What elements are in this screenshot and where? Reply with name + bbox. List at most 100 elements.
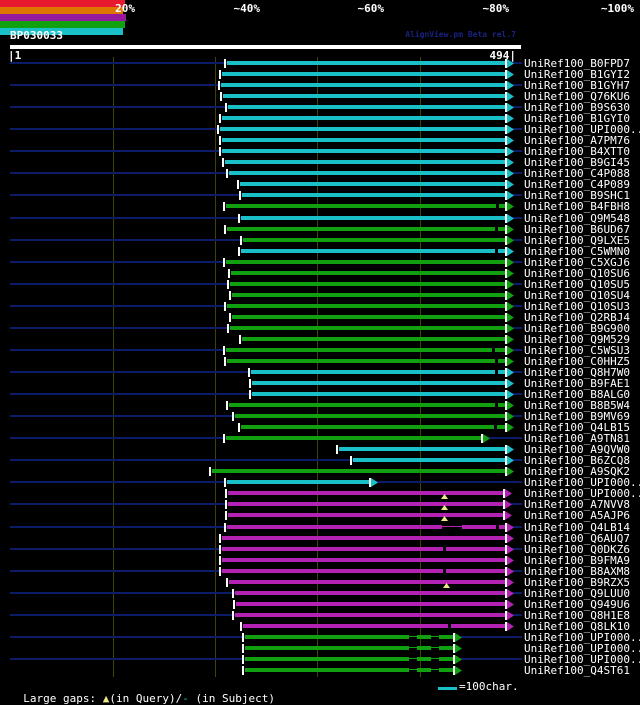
hit-bar[interactable] [226,260,507,264]
end-tick [505,423,507,432]
hit-bar[interactable] [229,403,507,407]
hit-bar[interactable] [245,646,455,650]
hit-bar[interactable] [230,326,507,330]
hit-bar[interactable] [236,602,507,606]
scale-segment-label: 20% [115,2,135,15]
start-tick [219,147,221,156]
start-tick [239,191,241,200]
arrow-head-icon [507,611,514,620]
hit-bar[interactable] [353,458,507,462]
scale-segment-label: ~80% [482,2,510,15]
hit-bar[interactable] [241,249,507,253]
hit-bar[interactable] [230,282,507,286]
hit-bar[interactable] [245,668,455,672]
hit-bar[interactable] [251,370,507,374]
hit-bar[interactable] [212,469,507,473]
hit-bar[interactable] [231,271,507,275]
hit-bar[interactable] [228,513,505,517]
arrow-head-icon [507,545,514,554]
hit-bar[interactable] [222,116,507,120]
hit-bar[interactable] [222,138,507,142]
end-tick [505,567,507,576]
legend-mid: (in Query)/ [109,692,183,705]
start-tick [232,412,234,421]
hit-bar[interactable] [229,171,507,175]
hit-bar[interactable] [227,304,507,308]
hit-bar[interactable] [222,149,507,153]
hit-bar[interactable] [252,381,507,385]
hit-bar[interactable] [222,536,507,540]
hit-bar[interactable] [235,591,507,595]
gap-notch [495,359,498,363]
hit-bar[interactable] [227,480,371,484]
hit-bar[interactable] [226,204,507,208]
gap-notch [495,249,498,253]
hit-bar[interactable] [241,425,507,429]
hit-bar[interactable] [228,491,505,495]
hit-bar[interactable] [232,315,507,319]
hit-bar[interactable] [228,105,507,109]
hit-bar[interactable] [226,436,483,440]
end-tick [505,258,507,267]
hit-bar[interactable] [242,337,507,341]
hit-bar[interactable] [232,293,507,297]
hit-bar[interactable] [252,392,507,396]
arrow-head-icon [507,136,514,145]
arrow-head-icon [371,478,378,487]
end-tick [505,556,507,565]
hit-bar[interactable] [227,525,507,529]
scale-unit-label: =100char. [459,680,519,693]
hit-bar[interactable] [245,635,455,639]
hit-bar[interactable] [228,502,505,506]
hit-bar[interactable] [222,72,507,76]
large-gaps-legend: Large gaps: ▲(in Query)/- (in Subject) [10,681,275,705]
hit-bar[interactable] [227,359,507,363]
hit-bar[interactable] [241,216,507,220]
start-tick [224,302,226,311]
gap-thin-segment [409,646,417,650]
hit-bar[interactable] [240,182,507,186]
gap-thin-segment [431,646,439,650]
hit-bar[interactable] [235,414,507,418]
end-tick [505,611,507,620]
hit-bar[interactable] [235,613,507,617]
hit-bar[interactable] [227,227,507,231]
hit-bar[interactable] [243,238,507,242]
hit-bar[interactable] [221,83,507,87]
hit-bar[interactable] [245,657,455,661]
end-tick [505,622,507,631]
hit-bar[interactable] [223,94,507,98]
arrow-head-icon [507,236,514,245]
hit-label[interactable]: UniRef100_B4FBH8 [524,201,630,212]
end-tick [505,346,507,355]
start-tick [224,523,226,532]
arrow-head-icon [507,324,514,333]
arrow-head-icon [507,280,514,289]
hit-bar[interactable] [242,193,507,197]
arrow-head-icon [507,92,514,101]
end-tick [503,511,505,520]
hit-label[interactable]: UniRef100_A5AJP6 [524,510,630,521]
end-tick [505,545,507,554]
hit-bar[interactable] [225,160,507,164]
hit-bar[interactable] [339,447,507,451]
hit-bar[interactable] [229,580,507,584]
hit-bar[interactable] [222,547,507,551]
hit-bar[interactable] [220,127,507,131]
hit-bar[interactable] [222,558,507,562]
end-tick [505,247,507,256]
hit-bar[interactable] [227,61,507,65]
hit-bar[interactable] [226,348,507,352]
arrow-head-icon [507,556,514,565]
end-tick [505,368,507,377]
start-tick [219,545,221,554]
hit-label[interactable]: UniRef100_Q4ST61 [524,665,630,676]
hit-bar[interactable] [243,624,507,628]
arrow-head-icon [483,434,490,443]
arrow-head-icon [507,302,514,311]
start-tick [223,434,225,443]
start-tick [232,611,234,620]
start-tick [217,125,219,134]
arrow-head-icon [507,534,514,543]
hit-bar[interactable] [222,569,507,573]
